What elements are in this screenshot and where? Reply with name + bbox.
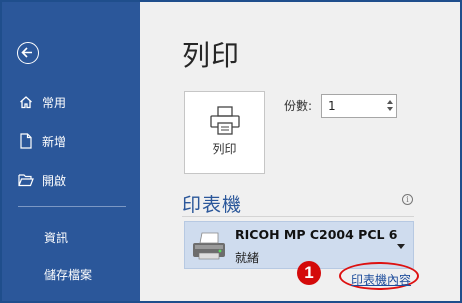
sidebar-item-label: 資訊: [44, 230, 69, 245]
copies-value: 1: [328, 99, 336, 113]
copies-label: 份數:: [284, 99, 313, 113]
print-panel: 列印 列印 份數: 1 印表機 i RICOH MP C2004 PCL 6 就…: [140, 2, 460, 301]
copies-stepper[interactable]: 1: [321, 94, 397, 118]
sidebar-item-info[interactable]: 資訊: [2, 222, 140, 252]
spin-buttons[interactable]: [385, 97, 394, 115]
printer-device-icon: [193, 232, 225, 260]
spin-up-icon[interactable]: [386, 100, 393, 104]
sidebar-item-label: 儲存檔案: [44, 267, 93, 282]
page-title: 列印: [182, 39, 241, 72]
print-button[interactable]: 列印: [184, 91, 265, 174]
sidebar-item-new[interactable]: 新增: [2, 126, 140, 156]
printer-icon: [210, 106, 240, 135]
printer-section-heading: 印表機: [182, 194, 243, 216]
printer-name: RICOH MP C2004 PCL 6: [235, 227, 398, 242]
info-icon[interactable]: i: [402, 194, 413, 205]
sidebar-item-label: 新增: [42, 134, 67, 149]
spin-down-icon[interactable]: [386, 107, 393, 111]
back-button[interactable]: [17, 42, 39, 64]
open-folder-icon: [18, 172, 34, 188]
back-arrow-icon: [21, 47, 32, 58]
chevron-down-icon: [397, 244, 405, 249]
home-icon: [18, 94, 34, 110]
printer-status: 就緒: [235, 251, 260, 265]
sidebar-item-label: 開啟: [42, 173, 67, 188]
backstage-sidebar: 常用 新增 開啟 資訊 儲存檔案: [2, 2, 140, 301]
new-document-icon: [18, 133, 34, 149]
sidebar-divider: [18, 206, 126, 207]
printer-properties-link[interactable]: 印表機內容: [351, 271, 411, 288]
sidebar-item-save[interactable]: 儲存檔案: [2, 259, 140, 289]
section-divider: [182, 216, 414, 217]
sidebar-item-open[interactable]: 開啟: [2, 165, 140, 195]
sidebar-item-label: 常用: [42, 95, 67, 110]
sidebar-item-home[interactable]: 常用: [2, 87, 140, 117]
print-button-label: 列印: [212, 142, 237, 156]
annotation-number-badge: 1: [297, 261, 321, 285]
